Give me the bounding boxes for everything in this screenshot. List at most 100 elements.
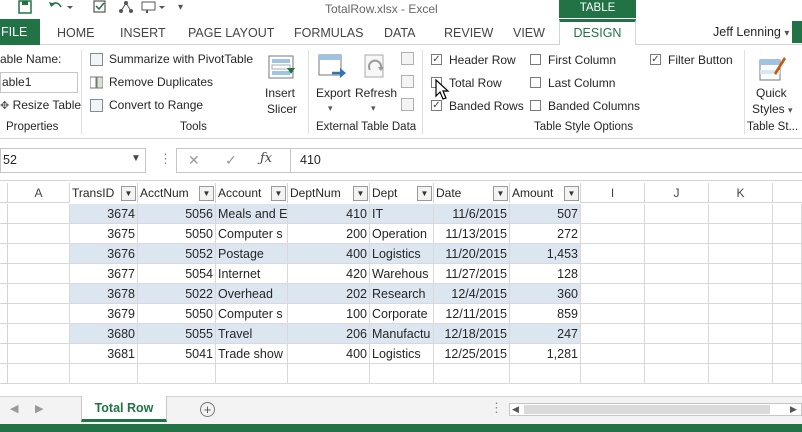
tab-design[interactable]: DESIGN — [559, 19, 636, 46]
cell-a[interactable] — [8, 364, 70, 384]
user-name[interactable]: Jeff Lenning ▾ — [713, 25, 789, 39]
cancel-icon[interactable]: ✕ — [188, 152, 200, 169]
cell-dept[interactable] — [370, 364, 434, 384]
banded-rows-checkbox[interactable]: ✓ Banded Rows — [431, 99, 531, 113]
scroll-right-arrow-icon[interactable]: ▶ — [790, 404, 797, 415]
cell-k[interactable] — [709, 324, 773, 344]
cell-l[interactable] — [773, 264, 802, 284]
connector-icon[interactable] — [118, 0, 134, 16]
filter-dropdown-icon[interactable]: ▼ — [271, 186, 286, 201]
resize-table-button[interactable]: ✥ Resize Table — [0, 98, 81, 114]
cell-l[interactable] — [773, 284, 802, 304]
tab-data[interactable]: DATA — [384, 24, 415, 44]
scroll-right-icon[interactable]: ▶ — [35, 402, 43, 415]
cell-j[interactable] — [645, 364, 709, 384]
quick-styles-button[interactable]: Quick Styles ▾ — [751, 52, 795, 118]
row-header[interactable] — [0, 244, 8, 264]
select-all-corner[interactable] — [0, 183, 8, 203]
cell-i[interactable] — [581, 264, 645, 284]
cell-i[interactable] — [581, 324, 645, 344]
cell-account[interactable]: Trade show — [216, 344, 288, 364]
filter-dropdown-icon[interactable]: ▼ — [199, 186, 214, 201]
cell-i[interactable] — [581, 244, 645, 264]
cell-a[interactable] — [8, 304, 70, 324]
cell-deptnum[interactable] — [288, 364, 370, 384]
tab-home[interactable]: HOME — [57, 24, 95, 44]
cell-account[interactable]: Computer s — [216, 304, 288, 324]
cell-i[interactable] — [581, 304, 645, 324]
cell-acctnum[interactable]: 5055 — [138, 324, 216, 344]
cell-k[interactable] — [709, 244, 773, 264]
cell-date[interactable]: 11/13/2015 — [434, 224, 510, 244]
cell-j[interactable] — [645, 344, 709, 364]
banded-columns-checkbox[interactable]: Banded Columns — [530, 99, 645, 113]
cell-j[interactable] — [645, 284, 709, 304]
cell-j[interactable] — [645, 244, 709, 264]
row-header[interactable] — [0, 204, 8, 224]
cell-transid[interactable]: 3677 — [70, 264, 138, 284]
cell-account[interactable] — [216, 364, 288, 384]
cell-a[interactable] — [8, 244, 70, 264]
cell-account[interactable]: Internet — [216, 264, 288, 284]
cell-date[interactable]: 11/20/2015 — [434, 244, 510, 264]
last-column-checkbox[interactable]: Last Column — [530, 76, 640, 90]
cell-i[interactable] — [581, 364, 645, 384]
scrollbar-thumb[interactable] — [524, 405, 770, 414]
open-in-browser-icon[interactable] — [401, 75, 414, 88]
cell-dept[interactable]: Logistics — [370, 344, 434, 364]
cell-deptnum[interactable]: 400 — [288, 244, 370, 264]
cell-transid[interactable]: 3681 — [70, 344, 138, 364]
column-header-j[interactable]: J — [645, 183, 709, 203]
cell-i[interactable] — [581, 344, 645, 364]
name-box[interactable]: 52 — [0, 148, 146, 173]
insert-slicer-button[interactable]: Insert Slicer — [262, 52, 302, 118]
export-button[interactable]: Export ▾ — [313, 52, 353, 118]
cell-date[interactable]: 12/4/2015 — [434, 284, 510, 304]
cell-k[interactable] — [709, 224, 773, 244]
cell-date[interactable]: 11/27/2015 — [434, 264, 510, 284]
cell-acctnum[interactable]: 5056 — [138, 204, 216, 224]
cell-transid[interactable]: 3679 — [70, 304, 138, 324]
cell-amount[interactable] — [510, 364, 581, 384]
cell-date[interactable]: 12/18/2015 — [434, 324, 510, 344]
scroll-left-icon[interactable]: ◀ — [10, 402, 18, 415]
cell-i[interactable] — [581, 284, 645, 304]
cell-account[interactable]: Computer s — [216, 224, 288, 244]
first-column-checkbox[interactable]: First Column — [530, 53, 640, 67]
cell-l[interactable] — [773, 344, 802, 364]
more-options-icon[interactable]: ⋮ — [159, 151, 172, 167]
cell-acctnum[interactable] — [138, 364, 216, 384]
checkbox-icon[interactable] — [93, 0, 107, 16]
cell-dept[interactable]: Manufactu — [370, 324, 434, 344]
add-sheet-icon[interactable]: + — [200, 402, 215, 417]
row-header[interactable] — [0, 264, 8, 284]
cell-k[interactable] — [709, 284, 773, 304]
cell-date[interactable]: 12/11/2015 — [434, 304, 510, 324]
cell-dept[interactable]: Logistics — [370, 244, 434, 264]
row-header[interactable] — [0, 324, 8, 344]
formula-input[interactable]: 410 — [290, 148, 802, 173]
cell-amount[interactable]: 1,453 — [510, 244, 581, 264]
filter-dropdown-icon[interactable]: ▼ — [121, 186, 136, 201]
row-header[interactable] — [0, 224, 8, 244]
row-header[interactable] — [0, 284, 8, 304]
cell-i[interactable] — [581, 204, 645, 224]
cell-amount[interactable]: 859 — [510, 304, 581, 324]
account-avatar[interactable] — [792, 21, 802, 43]
cell-i[interactable] — [581, 224, 645, 244]
cell-k[interactable] — [709, 304, 773, 324]
cell-a[interactable] — [8, 324, 70, 344]
filter-dropdown-icon[interactable]: ▼ — [353, 186, 368, 201]
enter-check-icon[interactable]: ✓ — [225, 152, 237, 169]
cell-k[interactable] — [709, 344, 773, 364]
undo-icon[interactable] — [48, 0, 74, 16]
cell-a[interactable] — [8, 284, 70, 304]
cell-acctnum[interactable]: 5050 — [138, 304, 216, 324]
table-name-input[interactable]: able1 — [0, 72, 78, 93]
cell-l[interactable] — [773, 304, 802, 324]
tab-insert[interactable]: INSERT — [120, 24, 166, 44]
cell-dept[interactable]: Operation — [370, 224, 434, 244]
cell-dept[interactable]: Corporate — [370, 304, 434, 324]
cell-j[interactable] — [645, 264, 709, 284]
cell-transid[interactable] — [70, 364, 138, 384]
